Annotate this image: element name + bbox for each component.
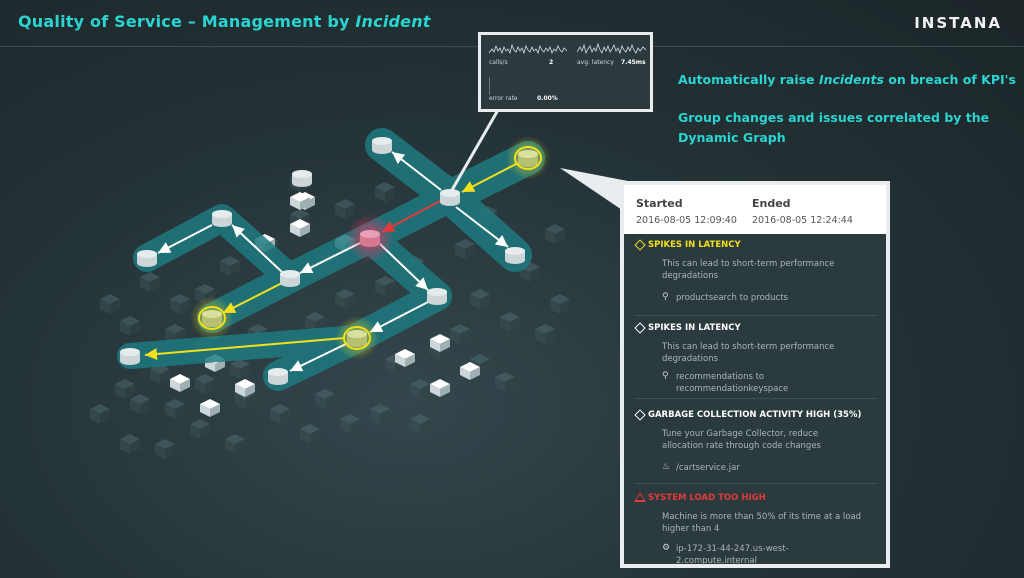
critical-triangle-icon (634, 492, 646, 502)
infrastructure-box[interactable] (200, 399, 220, 417)
background-box (495, 372, 515, 392)
background-infrastructure (90, 172, 570, 459)
event-description: Tune your Garbage Collector, reduce allo… (662, 429, 821, 451)
calls-value: 2 (549, 59, 554, 66)
service-node[interactable] (137, 250, 157, 267)
error-label: error rate (489, 95, 518, 102)
background-box (230, 359, 250, 379)
background-box (130, 394, 150, 414)
event-title: SYSTEM LOAD TOO HIGH (648, 493, 766, 503)
background-box (340, 414, 360, 434)
background-box (500, 312, 520, 332)
event-entity[interactable]: recommendations to recommendationkeyspac… (676, 371, 856, 395)
service-link-icon: ⚲ (662, 371, 669, 381)
background-box (155, 439, 175, 459)
latency-label: avg. latency (577, 59, 614, 66)
service-node[interactable] (212, 210, 232, 227)
background-box (300, 424, 320, 444)
background-box (100, 294, 120, 314)
calls-sparkline (489, 43, 568, 55)
service-node[interactable] (505, 247, 525, 264)
background-box (375, 182, 395, 202)
background-box (545, 224, 565, 244)
started-value: 2016-08-05 12:09:40 (636, 215, 737, 226)
event-title: SPIKES IN LATENCY (648, 240, 741, 250)
background-box (165, 399, 185, 419)
background-box (455, 239, 475, 259)
metrics-popup[interactable]: calls/s 2 avg. latency 7.45ms error rate… (478, 32, 653, 112)
background-box (535, 324, 555, 344)
latency-sparkline (577, 42, 647, 55)
background-box (375, 276, 395, 296)
java-icon: ♨ (662, 462, 671, 472)
event-title: SPIKES IN LATENCY (648, 323, 741, 333)
error-value: 0.00% (537, 95, 558, 102)
background-box (270, 404, 290, 424)
service-link-icon: ⚲ (662, 292, 669, 302)
infrastructure-box[interactable] (430, 379, 450, 397)
background-box (335, 289, 355, 309)
event-description: This can lead to short-term performance … (662, 259, 835, 281)
background-box (120, 434, 140, 454)
background-box (115, 379, 135, 399)
warning-service-node[interactable] (198, 306, 226, 330)
event-entity[interactable]: productsearch to products (676, 292, 856, 304)
service-node[interactable] (120, 348, 140, 365)
service-node[interactable] (280, 270, 300, 287)
background-box (315, 389, 335, 409)
background-box (550, 294, 570, 314)
service-node[interactable] (268, 368, 288, 385)
background-box (410, 414, 430, 434)
error-axis (489, 77, 490, 95)
background-box (370, 404, 390, 424)
incident-panel[interactable]: Started 2016-08-05 12:09:40 Ended 2016-0… (620, 181, 890, 568)
infrastructure-box[interactable] (170, 374, 190, 392)
event-entity[interactable]: /cartservice.jar (676, 462, 856, 474)
callout-raise-incidents: Automatically raise Incidents on breach … (678, 70, 1016, 90)
event-divider (634, 398, 878, 399)
background-box (410, 379, 430, 399)
callout-group-changes: Group changes and issues correlated by t… (678, 110, 990, 125)
panel-connector (560, 168, 628, 214)
change-diamond-icon (634, 409, 646, 421)
background-box (170, 294, 190, 314)
background-box (140, 272, 160, 292)
event-title: GARBAGE COLLECTION ACTIVITY HIGH (35%) (648, 410, 862, 420)
calls-label: calls/s (489, 59, 508, 66)
warning-service-node[interactable] (343, 326, 371, 350)
callout-dynamic-graph: Dynamic Graph (678, 130, 786, 145)
warning-service-node[interactable] (514, 146, 542, 170)
service-node[interactable] (292, 170, 312, 187)
callout-line1-prefix: Automatically raise (678, 72, 819, 87)
background-box (90, 404, 110, 424)
service-node[interactable] (372, 137, 392, 154)
background-box (225, 434, 245, 454)
host-icon: ⚙ (662, 543, 671, 553)
event-description: Machine is more than 50% of its time at … (662, 512, 862, 534)
warning-diamond-icon (634, 239, 646, 251)
background-box (470, 289, 490, 309)
ended-value: 2016-08-05 12:24:44 (752, 215, 853, 226)
event-divider (634, 483, 878, 484)
change-diamond-icon (634, 322, 646, 334)
background-box (220, 256, 240, 276)
ended-label: Ended (752, 197, 791, 210)
event-divider (634, 315, 878, 316)
background-box (195, 374, 215, 394)
background-box (335, 199, 355, 219)
background-box (120, 316, 140, 336)
callout-line1-suffix: on breach of KPI's (883, 72, 1016, 87)
incident-highlight-region (117, 128, 545, 391)
critical-service-node[interactable] (360, 230, 380, 247)
incident-time-header: Started 2016-08-05 12:09:40 Ended 2016-0… (624, 185, 886, 234)
service-node[interactable] (427, 288, 447, 305)
background-box (450, 324, 470, 344)
started-label: Started (636, 197, 683, 210)
background-box (190, 419, 210, 439)
latency-value: 7.45ms (621, 59, 646, 66)
callout-line1-emphasis: Incidents (818, 72, 884, 87)
event-description: This can lead to short-term performance … (662, 342, 835, 364)
service-node[interactable] (440, 189, 460, 206)
event-entity[interactable]: ip-172-31-44-247.us-west-2.compute.inter… (676, 543, 856, 567)
